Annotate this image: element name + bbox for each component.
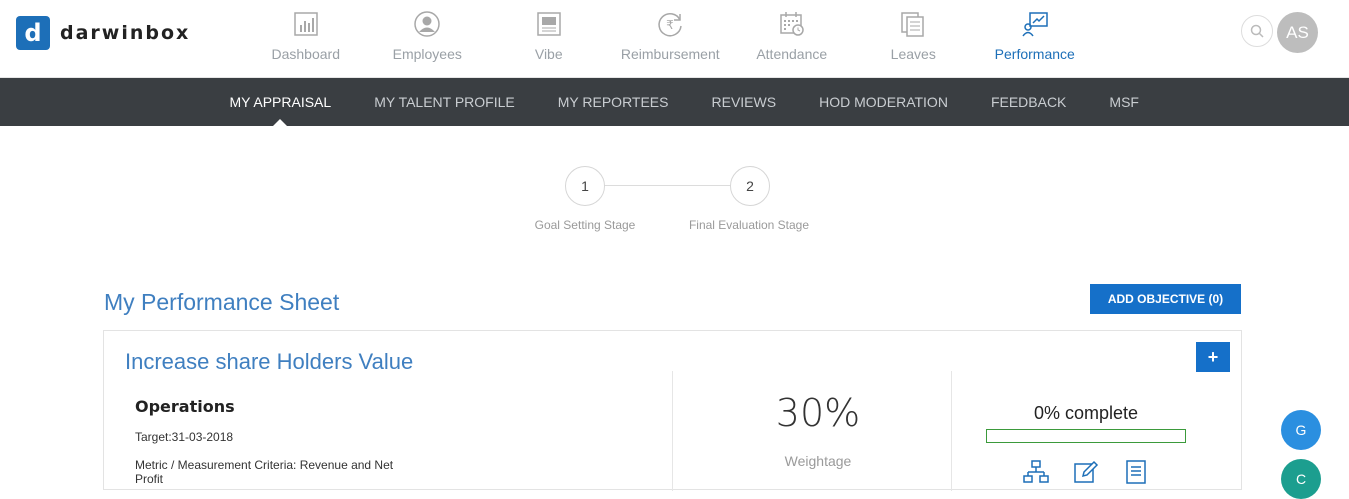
nav-label: Reimbursement bbox=[620, 46, 720, 62]
nav-attendance[interactable]: Attendance bbox=[731, 8, 853, 62]
edit-icon[interactable] bbox=[1073, 459, 1099, 485]
person-icon bbox=[414, 11, 440, 37]
objective-card: Increase share Holders Value + Operation… bbox=[103, 330, 1242, 491]
nav-label: Leaves bbox=[890, 46, 936, 62]
logo-mark: d bbox=[16, 16, 50, 50]
document-icon[interactable] bbox=[1123, 459, 1149, 485]
objective-target: Target:31-03-2018 bbox=[135, 430, 234, 444]
tab-reviews[interactable]: REVIEWS bbox=[690, 78, 798, 126]
search-button[interactable] bbox=[1241, 15, 1273, 47]
documents-icon bbox=[901, 12, 924, 37]
nav-leaves[interactable]: Leaves bbox=[853, 8, 975, 62]
logo-text: darwinbox bbox=[60, 22, 191, 44]
page-title: My Performance Sheet bbox=[104, 289, 340, 315]
nav-dashboard[interactable]: Dashboard bbox=[245, 8, 367, 62]
newspaper-icon bbox=[537, 12, 561, 36]
objective-title: Increase share Holders Value bbox=[125, 349, 414, 374]
nav-label: Employees bbox=[392, 46, 462, 62]
chat-bubble-c[interactable]: C bbox=[1281, 459, 1321, 499]
tab-my-reportees[interactable]: MY REPORTEES bbox=[536, 78, 690, 126]
nav-employees[interactable]: Employees bbox=[367, 8, 489, 62]
add-kpi-button[interactable]: + bbox=[1196, 342, 1230, 372]
sub-nav: MY APPRAISAL MY TALENT PROFILE MY REPORT… bbox=[0, 78, 1349, 127]
rupee-icon: ₹ bbox=[658, 13, 682, 37]
nav-label: Dashboard bbox=[271, 46, 341, 62]
nav-label: Vibe bbox=[534, 46, 563, 62]
darwinbox-logo[interactable]: d darwinbox bbox=[16, 16, 190, 50]
weightage-value: 30% bbox=[775, 391, 861, 435]
step-2-label: Final Evaluation Stage bbox=[688, 218, 810, 232]
tab-my-talent-profile[interactable]: MY TALENT PROFILE bbox=[353, 78, 537, 126]
tab-feedback[interactable]: FEEDBACK bbox=[969, 78, 1087, 126]
weightage-label: Weightage bbox=[784, 453, 852, 469]
chat-bubble-g[interactable]: G bbox=[1281, 410, 1321, 450]
hierarchy-icon[interactable] bbox=[1023, 459, 1049, 485]
tab-my-appraisal[interactable]: MY APPRAISAL bbox=[208, 78, 353, 127]
svg-text:₹: ₹ bbox=[666, 18, 674, 32]
user-avatar[interactable]: AS bbox=[1277, 12, 1318, 53]
progress-bar bbox=[986, 429, 1186, 443]
completion-label: 0% complete bbox=[1033, 403, 1139, 423]
bar-chart-icon bbox=[294, 12, 318, 36]
stepper-connector bbox=[604, 185, 730, 186]
objective-metric: Metric / Measurement Criteria: Revenue a… bbox=[135, 458, 394, 486]
add-objective-button[interactable]: ADD OBJECTIVE (0) bbox=[1090, 284, 1241, 314]
step-2-circle[interactable]: 2 bbox=[730, 166, 770, 206]
nav-performance[interactable]: Performance bbox=[974, 8, 1096, 62]
step-1-circle[interactable]: 1 bbox=[565, 166, 605, 206]
objective-category: Operations bbox=[135, 397, 235, 416]
nav-reimbursement[interactable]: ₹ Reimbursement bbox=[610, 8, 732, 62]
nav-vibe[interactable]: Vibe bbox=[488, 8, 610, 62]
tab-msf[interactable]: MSF bbox=[1088, 78, 1161, 126]
top-header: d darwinbox Dashboard Employees Vibe ₹ R… bbox=[0, 0, 1349, 78]
calendar-clock-icon bbox=[780, 12, 804, 36]
performance-icon bbox=[1022, 12, 1048, 37]
tab-hod-moderation[interactable]: HOD MODERATION bbox=[798, 78, 970, 126]
search-icon bbox=[1250, 24, 1264, 38]
nav-label: Attendance bbox=[756, 46, 828, 62]
nav-label: Performance bbox=[994, 46, 1075, 62]
main-nav: Dashboard Employees Vibe ₹ Reimbursement… bbox=[245, 8, 1096, 62]
